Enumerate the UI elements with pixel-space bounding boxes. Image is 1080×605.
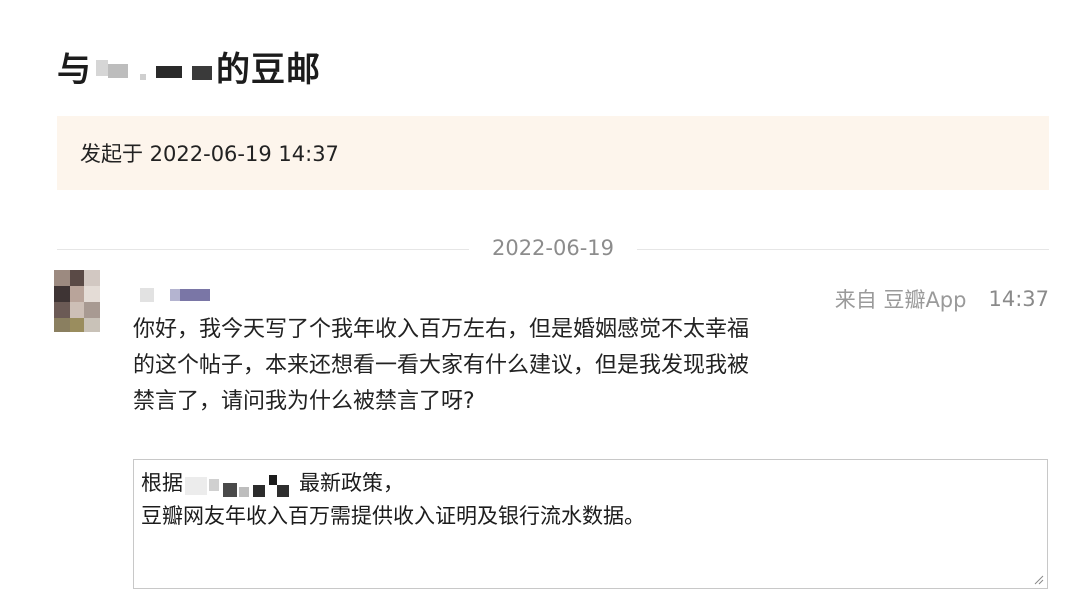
reply-suffix: 最新政策，	[299, 471, 404, 495]
conversation-start-banner: 发起于 2022-06-19 14:37	[57, 116, 1049, 190]
resize-handle-icon[interactable]	[1034, 575, 1044, 585]
reply-prefix: 根据	[141, 471, 183, 495]
started-at-text: 发起于 2022-06-19 14:37	[80, 142, 339, 166]
message-line: 禁言了，请问我为什么被禁言了呀?	[133, 389, 475, 414]
title-suffix: 的豆邮	[216, 49, 321, 90]
redacted-username	[94, 46, 214, 86]
redacted-text	[183, 469, 299, 499]
reply-line-2: 豆瓣网友年收入百万需提供收入证明及银行流水数据。	[141, 504, 645, 528]
reply-line-1: 根据 最新政策，	[141, 467, 1040, 500]
message-source: 来自 豆瓣App	[834, 288, 967, 312]
title-prefix: 与	[57, 49, 92, 90]
page-title: 与 的豆邮	[57, 42, 321, 90]
divider-date: 2022-06-19	[491, 236, 615, 260]
message-body: 你好，我今天写了个我年收入百万左右，但是婚姻感觉不太幸福 的这个帖子，本来还想看…	[133, 312, 813, 420]
message-line: 的这个帖子，本来还想看一看大家有什么建议，但是我发现我被	[133, 353, 750, 378]
avatar[interactable]	[54, 270, 100, 332]
message-time: 14:37	[988, 287, 1049, 311]
divider-line-right	[637, 249, 1049, 250]
divider-line-left	[57, 249, 469, 250]
reply-textarea[interactable]: 根据 最新政策， 豆瓣网友年收入百万需提供收入证明及银行流水数据。	[133, 459, 1048, 589]
date-divider: 2022-06-19	[57, 232, 1049, 268]
message-meta: 来自 豆瓣App 14:37	[835, 284, 1049, 314]
message-line: 你好，我今天写了个我年收入百万左右，但是婚姻感觉不太幸福	[133, 317, 750, 342]
sender-name-redacted[interactable]	[134, 285, 224, 305]
